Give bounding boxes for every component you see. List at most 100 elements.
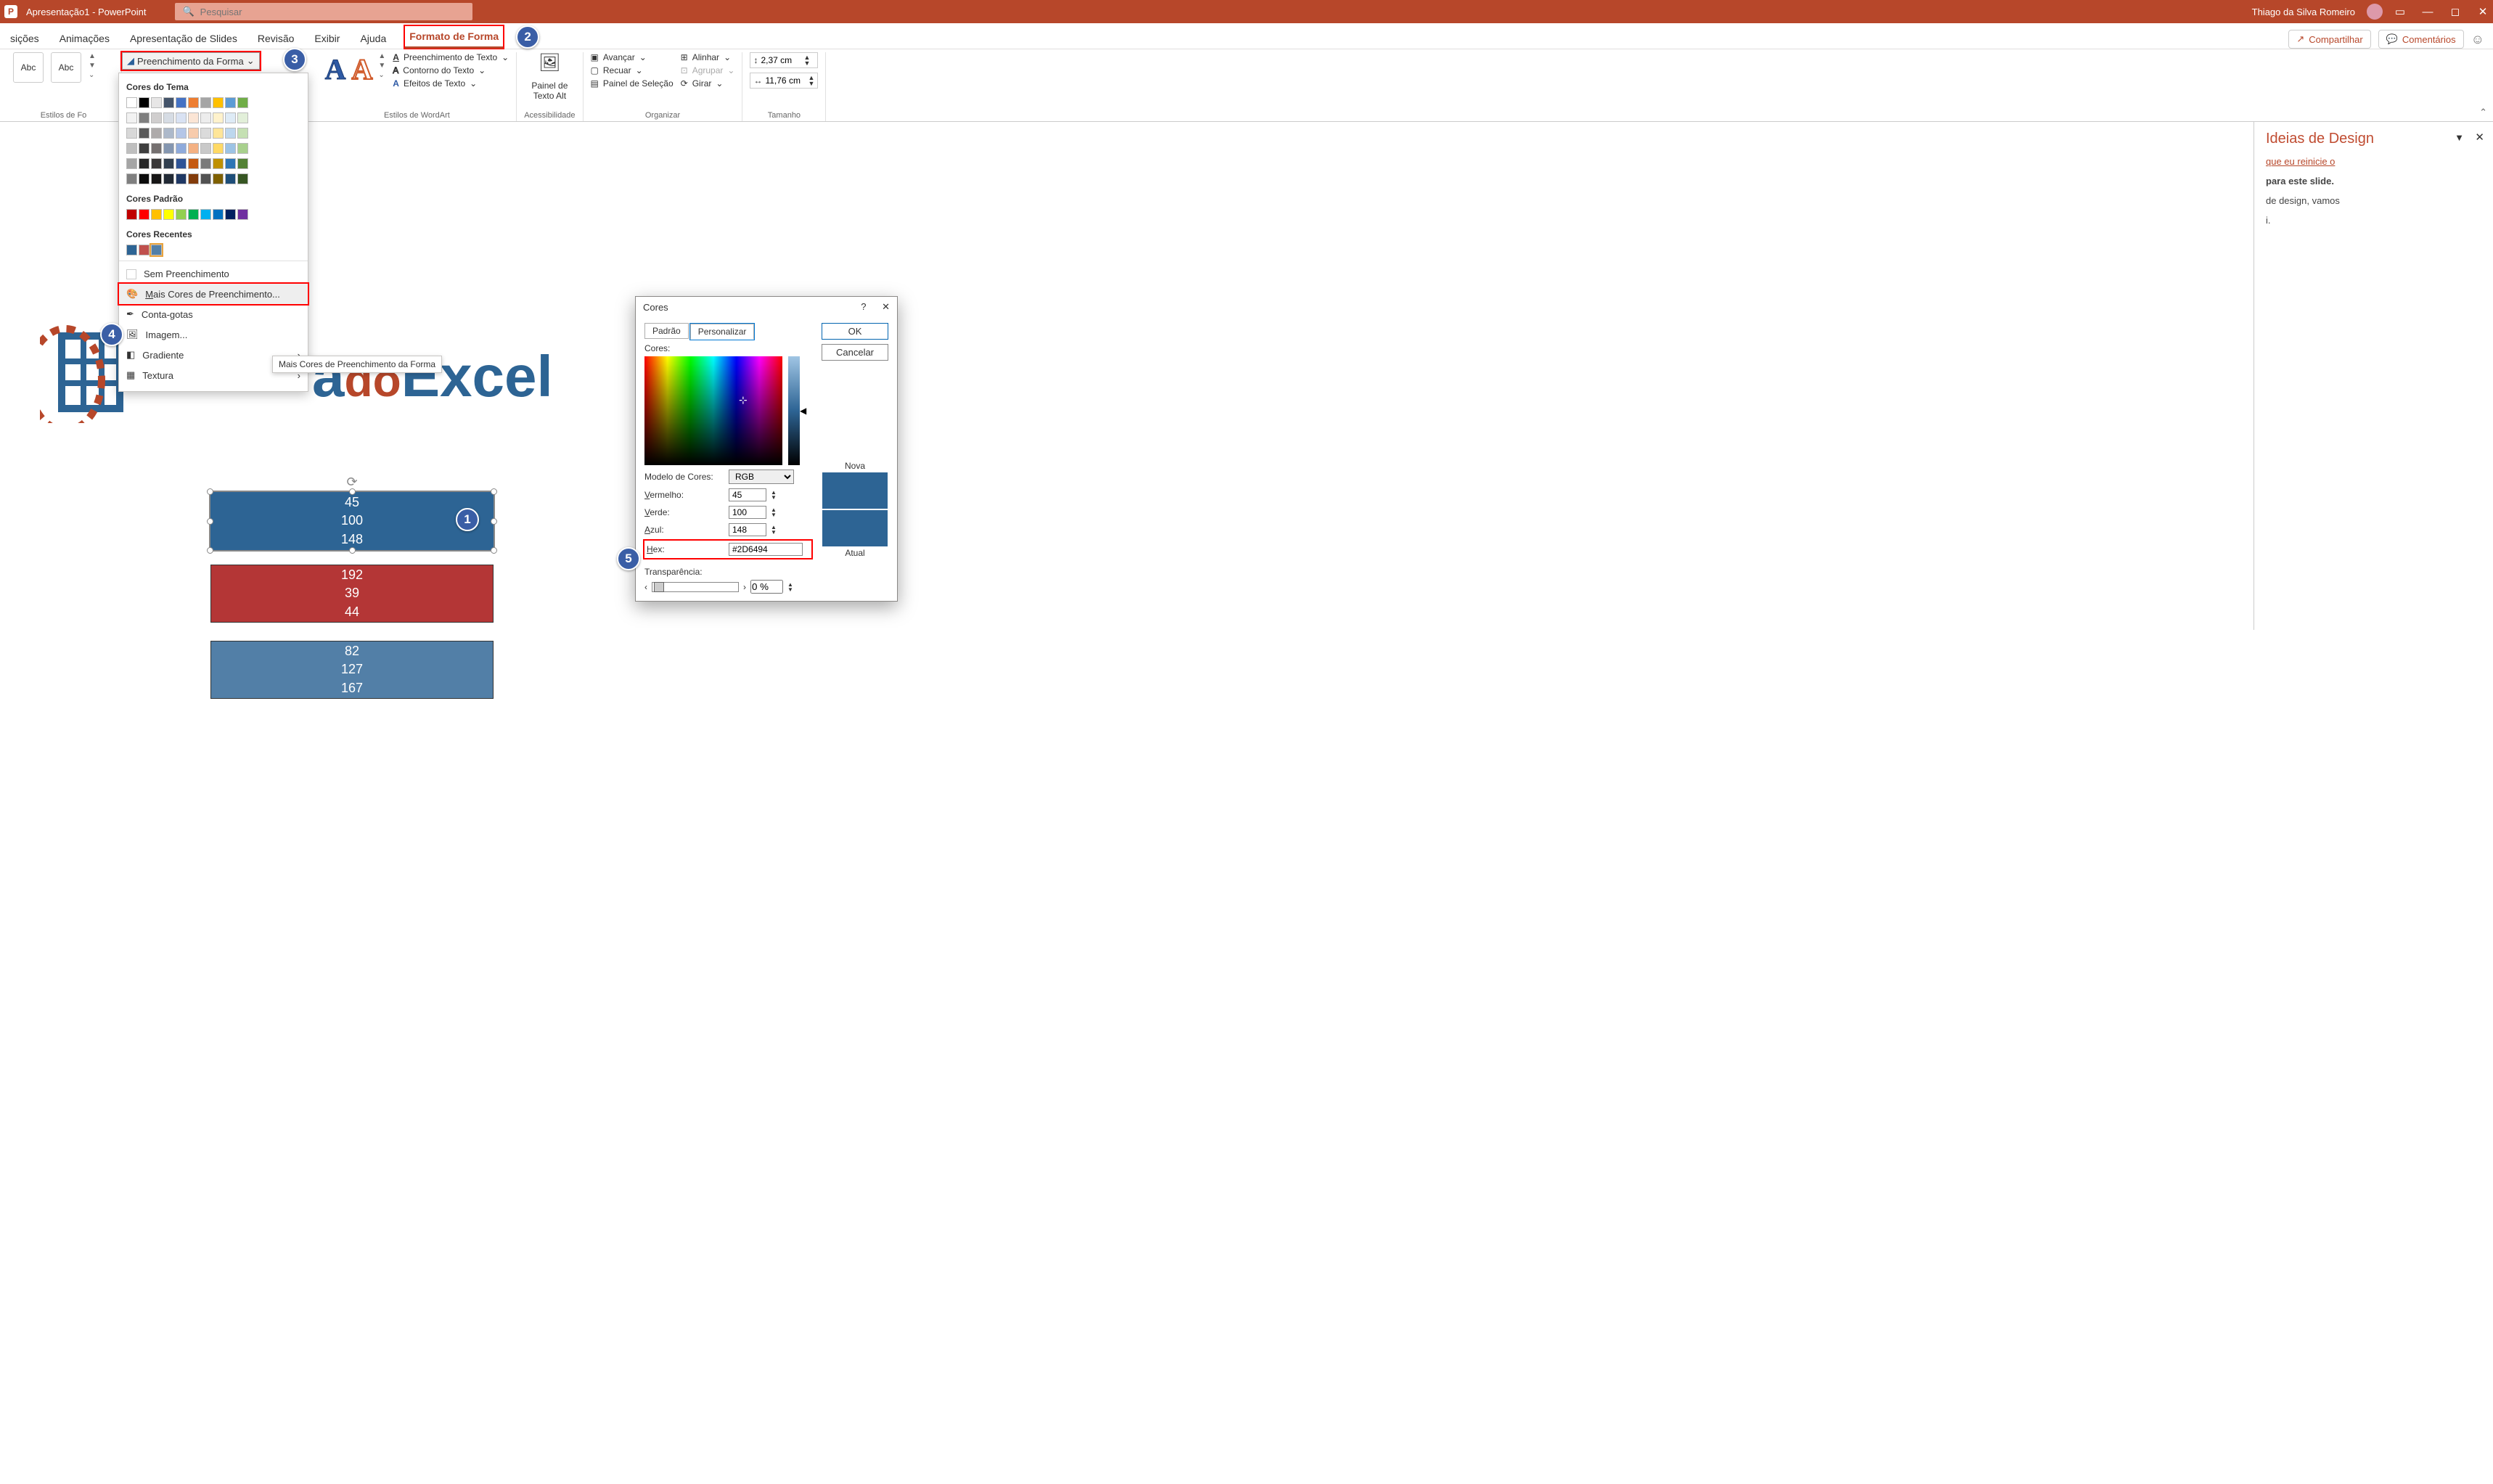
color-swatch[interactable] bbox=[213, 97, 224, 108]
style-scroll-up-icon[interactable]: ▲ bbox=[89, 52, 96, 60]
transparency-slider[interactable] bbox=[652, 582, 739, 592]
spectrum-crosshair-icon[interactable]: ⊹ bbox=[739, 394, 748, 406]
transparency-input[interactable] bbox=[750, 580, 783, 594]
transp-dec-icon[interactable]: ‹ bbox=[644, 582, 647, 592]
luminosity-arrow-icon[interactable]: ◀ bbox=[800, 406, 806, 416]
color-swatch[interactable] bbox=[151, 173, 162, 184]
transp-inc-icon[interactable]: › bbox=[743, 582, 746, 592]
ok-button[interactable]: OK bbox=[822, 323, 888, 340]
color-swatch[interactable] bbox=[237, 158, 248, 169]
color-swatch[interactable] bbox=[163, 128, 174, 139]
shape-fill-dropdown[interactable]: ◢ Preenchimento da Forma ⌄ bbox=[122, 52, 260, 70]
color-swatch[interactable] bbox=[188, 143, 199, 154]
color-swatch[interactable] bbox=[237, 173, 248, 184]
tab-help[interactable]: Ajuda bbox=[359, 28, 388, 49]
collapse-ribbon-icon[interactable]: ⌃ bbox=[2479, 107, 2487, 118]
tab-shape-format[interactable]: Formato de Forma bbox=[405, 26, 503, 49]
height-input[interactable]: ↕▲▼ bbox=[750, 52, 818, 68]
more-fill-colors-item[interactable]: 🎨MMais Cores de Preenchimento...ais Core… bbox=[119, 284, 308, 304]
color-swatch[interactable] bbox=[163, 209, 174, 220]
color-swatch[interactable] bbox=[213, 128, 224, 139]
shape-style-preset-1[interactable]: Abc bbox=[13, 52, 44, 83]
color-swatch[interactable] bbox=[139, 158, 150, 169]
color-swatch[interactable] bbox=[225, 173, 236, 184]
color-swatch[interactable] bbox=[188, 173, 199, 184]
text-fill-button[interactable]: APreenchimento de Texto⌄ bbox=[393, 52, 509, 62]
color-swatch[interactable] bbox=[176, 173, 187, 184]
color-swatch[interactable] bbox=[225, 209, 236, 220]
text-outline-button[interactable]: AContorno do Texto⌄ bbox=[393, 65, 509, 75]
cancel-button[interactable]: Cancelar bbox=[822, 344, 888, 361]
tab-animations[interactable]: Animações bbox=[58, 28, 111, 49]
alt-text-button[interactable]: Painel de Texto Alt bbox=[528, 81, 571, 101]
selection-pane-button[interactable]: ▤Painel de Seleção bbox=[591, 78, 674, 89]
color-swatch[interactable] bbox=[151, 128, 162, 139]
color-swatch[interactable] bbox=[200, 209, 211, 220]
color-swatch[interactable] bbox=[188, 128, 199, 139]
shape-rgb-3[interactable]: 82 127 167 bbox=[210, 641, 494, 699]
color-swatch[interactable] bbox=[139, 112, 150, 123]
color-swatch[interactable] bbox=[163, 97, 174, 108]
style-more-icon[interactable]: ⌄ bbox=[89, 71, 96, 79]
color-swatch[interactable] bbox=[237, 128, 248, 139]
tab-view[interactable]: Exibir bbox=[313, 28, 341, 49]
recent-color-swatch[interactable] bbox=[139, 245, 150, 255]
user-avatar-icon[interactable] bbox=[2367, 4, 2383, 20]
luminosity-slider[interactable] bbox=[788, 356, 800, 465]
color-swatch[interactable] bbox=[213, 158, 224, 169]
color-swatch[interactable] bbox=[126, 209, 137, 220]
wa-scroll-down-icon[interactable]: ▼ bbox=[378, 62, 385, 70]
color-swatch[interactable] bbox=[200, 112, 211, 123]
pane-options-icon[interactable]: ▼ bbox=[2455, 132, 2464, 143]
wa-scroll-up-icon[interactable]: ▲ bbox=[378, 52, 385, 60]
alt-text-icon[interactable]: 🖼 bbox=[539, 52, 560, 73]
color-swatch[interactable] bbox=[188, 209, 199, 220]
style-scroll-down-icon[interactable]: ▼ bbox=[89, 62, 96, 70]
shape-rgb-1[interactable]: ⟳ 45 100 148 1 bbox=[210, 492, 494, 550]
color-swatch[interactable] bbox=[213, 209, 224, 220]
color-swatch[interactable] bbox=[126, 158, 137, 169]
green-input[interactable] bbox=[729, 506, 766, 519]
search-input[interactable] bbox=[200, 7, 466, 17]
share-button[interactable]: ↗Compartilhar bbox=[2288, 30, 2370, 49]
text-effects-button[interactable]: AEfeitos de Texto⌄ bbox=[393, 78, 509, 89]
user-name[interactable]: Thiago da Silva Romeiro bbox=[2252, 7, 2355, 17]
colors-tab-standard[interactable]: Padrão bbox=[644, 323, 689, 339]
slide-canvas[interactable]: a do Excel ⟳ 45 100 148 1 192 39 44 82 1… bbox=[0, 122, 2493, 630]
color-swatch[interactable] bbox=[225, 112, 236, 123]
color-swatch[interactable] bbox=[237, 209, 248, 220]
pane-close-icon[interactable]: ✕ bbox=[2475, 131, 2484, 144]
color-swatch[interactable] bbox=[126, 128, 137, 139]
color-swatch[interactable] bbox=[176, 112, 187, 123]
color-swatch[interactable] bbox=[237, 112, 248, 123]
wordart-gallery[interactable]: A A ▲ ▼ ⌄ bbox=[325, 52, 386, 86]
picture-fill-item[interactable]: 🖼Imagem... bbox=[119, 324, 308, 345]
dialog-close-icon[interactable]: ✕ bbox=[882, 301, 890, 312]
color-swatch[interactable] bbox=[188, 97, 199, 108]
close-icon[interactable]: ✕ bbox=[2477, 5, 2489, 18]
color-swatch[interactable] bbox=[213, 173, 224, 184]
color-swatch[interactable] bbox=[237, 97, 248, 108]
colors-tab-custom[interactable]: Personalizar bbox=[690, 324, 755, 340]
color-swatch[interactable] bbox=[176, 143, 187, 154]
color-swatch[interactable] bbox=[126, 112, 137, 123]
color-swatch[interactable] bbox=[163, 143, 174, 154]
color-swatch[interactable] bbox=[225, 158, 236, 169]
color-swatch[interactable] bbox=[151, 158, 162, 169]
color-swatch[interactable] bbox=[213, 143, 224, 154]
color-swatch[interactable] bbox=[151, 143, 162, 154]
color-swatch[interactable] bbox=[200, 173, 211, 184]
tab-transitions[interactable]: sições bbox=[9, 28, 41, 49]
maximize-icon[interactable]: ◻ bbox=[2449, 5, 2461, 18]
recent-color-swatch[interactable] bbox=[151, 245, 162, 255]
wordart-style-1[interactable]: A bbox=[325, 52, 346, 86]
red-input[interactable] bbox=[729, 488, 766, 501]
color-swatch[interactable] bbox=[139, 173, 150, 184]
color-swatch[interactable] bbox=[200, 158, 211, 169]
color-swatch[interactable] bbox=[163, 112, 174, 123]
recent-color-swatch[interactable] bbox=[126, 245, 137, 255]
no-fill-item[interactable]: Sem Preenchimento bbox=[119, 264, 308, 284]
rotate-handle-icon[interactable]: ⟳ bbox=[346, 473, 358, 485]
color-swatch[interactable] bbox=[126, 97, 137, 108]
search-box[interactable]: 🔍 bbox=[175, 3, 472, 20]
